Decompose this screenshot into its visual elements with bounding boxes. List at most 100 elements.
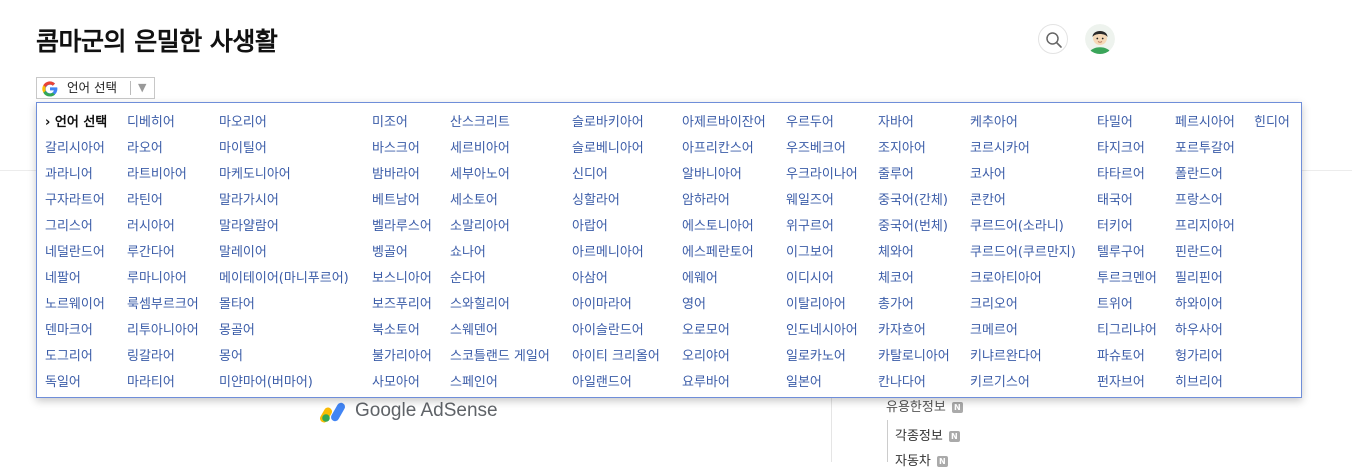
language-option[interactable]: 우크라이나어 [786,164,858,190]
language-option[interactable]: 라틴어 [127,190,199,216]
language-option[interactable]: 일본어 [786,372,858,398]
language-option[interactable]: 스웨덴어 [450,320,550,346]
language-option[interactable]: 독일어 [45,372,107,398]
language-option[interactable]: 사모아어 [372,372,432,398]
language-option-selected[interactable]: › 언어 선택 [45,112,107,138]
language-option[interactable]: 투르크멘어 [1097,268,1157,294]
language-option[interactable]: 영어 [682,294,766,320]
language-option[interactable]: 라트비아어 [127,164,199,190]
language-option[interactable]: 룩셈부르크어 [127,294,199,320]
sidebar-category-car[interactable]: 자동차 N [895,450,948,469]
language-option[interactable]: 마케도니아어 [219,164,349,190]
language-option[interactable]: 요루바어 [682,372,766,398]
language-option[interactable]: 자바어 [878,112,950,138]
language-option[interactable]: 바스크어 [372,138,432,164]
language-option[interactable]: 아이슬란드어 [572,320,660,346]
language-option[interactable]: 북소토어 [372,320,432,346]
language-option[interactable]: 하와이어 [1175,294,1235,320]
sidebar-category-various-info[interactable]: 각종정보 N [895,425,960,444]
language-option[interactable]: 파슈토어 [1097,346,1157,372]
language-option[interactable]: 아삼어 [572,268,660,294]
language-option[interactable]: 우즈베크어 [786,138,858,164]
language-option[interactable]: 타지크어 [1097,138,1157,164]
language-option[interactable]: 스와힐리어 [450,294,550,320]
language-option[interactable]: 체코어 [878,268,950,294]
language-option[interactable]: 핀란드어 [1175,242,1235,268]
language-option[interactable]: 미조어 [372,112,432,138]
site-title[interactable]: 콤마군의 은밀한 사생활 [36,22,278,58]
language-option[interactable]: 터키어 [1097,216,1157,242]
language-option[interactable]: 케추아어 [970,112,1076,138]
language-option[interactable]: 헝가리어 [1175,346,1235,372]
language-option[interactable]: 싱할라어 [572,190,660,216]
language-option[interactable]: 조지아어 [878,138,950,164]
language-option[interactable]: 중국어(간체) [878,190,950,216]
language-option[interactable]: 줄루어 [878,164,950,190]
language-option[interactable]: 암하라어 [682,190,766,216]
language-option[interactable]: 순다어 [450,268,550,294]
language-option[interactable]: 리투아니아어 [127,320,199,346]
language-option[interactable]: 보즈푸리어 [372,294,432,320]
language-option[interactable]: 아제르바이잔어 [682,112,766,138]
language-option[interactable]: 구자라트어 [45,190,107,216]
language-option[interactable]: 산스크리트 [450,112,550,138]
language-option[interactable]: 태국어 [1097,190,1157,216]
language-option[interactable]: 쿠르드어(쿠르만지) [970,242,1076,268]
language-option[interactable]: 그리스어 [45,216,107,242]
language-option[interactable]: 이디시어 [786,268,858,294]
language-option[interactable]: 오로모어 [682,320,766,346]
language-option[interactable]: 쿠르드어(소라니) [970,216,1076,242]
avatar[interactable] [1085,24,1115,54]
language-option[interactable]: 에스토니아어 [682,216,766,242]
language-option[interactable]: 루간다어 [127,242,199,268]
language-option[interactable]: 포르투갈어 [1175,138,1235,164]
language-option[interactable]: 밤바라어 [372,164,432,190]
language-option[interactable]: 마이틸어 [219,138,349,164]
language-option[interactable]: 링갈라어 [127,346,199,372]
language-option[interactable]: 아이티 크리올어 [572,346,660,372]
language-selector[interactable]: 언어 선택 ▼ [36,77,155,99]
language-option[interactable]: 아프리칸스어 [682,138,766,164]
language-option[interactable]: 코사어 [970,164,1076,190]
language-option[interactable]: 에스페란토어 [682,242,766,268]
language-option[interactable]: 하우사어 [1175,320,1235,346]
language-option[interactable]: 스코틀랜드 게일어 [450,346,550,372]
language-option[interactable]: 보스니아어 [372,268,432,294]
language-option[interactable]: 페르시아어 [1175,112,1235,138]
language-option[interactable]: 세부아노어 [450,164,550,190]
language-option[interactable]: 텔루구어 [1097,242,1157,268]
language-option[interactable]: 카자흐어 [878,320,950,346]
language-option[interactable]: 카탈로니아어 [878,346,950,372]
language-option[interactable]: 아일랜드어 [572,372,660,398]
language-option[interactable]: 필리핀어 [1175,268,1235,294]
language-option[interactable]: 크리오어 [970,294,1076,320]
language-option[interactable]: 말라얄람어 [219,216,349,242]
language-option[interactable]: 힌디어 [1254,112,1290,138]
language-option[interactable]: 쇼나어 [450,242,550,268]
language-option[interactable]: 말레이어 [219,242,349,268]
language-option[interactable]: 트위어 [1097,294,1157,320]
language-option[interactable]: 칸나다어 [878,372,950,398]
language-option[interactable]: 노르웨이어 [45,294,107,320]
language-option[interactable]: 키냐르완다어 [970,346,1076,372]
language-option[interactable]: 크메르어 [970,320,1076,346]
language-option[interactable]: 이그보어 [786,242,858,268]
language-option[interactable]: 오리야어 [682,346,766,372]
language-option[interactable]: 갈리시아어 [45,138,107,164]
language-option[interactable]: 아이마라어 [572,294,660,320]
language-option[interactable]: 몽골어 [219,320,349,346]
language-option[interactable]: 프리지아어 [1175,216,1235,242]
language-option[interactable]: 네팔어 [45,268,107,294]
language-option[interactable]: 아랍어 [572,216,660,242]
language-option[interactable]: 신디어 [572,164,660,190]
language-option[interactable]: 미얀마어(버마어) [219,372,349,398]
language-option[interactable]: 웨일즈어 [786,190,858,216]
language-option[interactable]: 총가어 [878,294,950,320]
language-option[interactable]: 네덜란드어 [45,242,107,268]
language-option[interactable]: 히브리어 [1175,372,1235,398]
language-option[interactable]: 타밀어 [1097,112,1157,138]
sidebar-category-useful-info[interactable]: 유용한정보 N [886,396,963,415]
language-option[interactable]: 디베히어 [127,112,199,138]
language-option[interactable]: 몽어 [219,346,349,372]
language-option[interactable]: 체와어 [878,242,950,268]
